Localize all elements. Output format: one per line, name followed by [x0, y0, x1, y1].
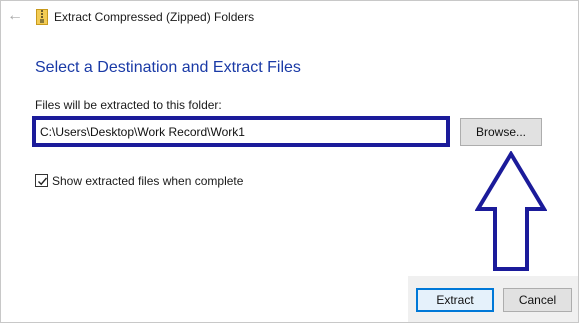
back-arrow-icon[interactable]: ←	[7, 7, 23, 25]
window-title: Extract Compressed (Zipped) Folders	[54, 10, 255, 24]
up-arrow-annotation-icon	[475, 151, 547, 271]
extract-button[interactable]: Extract	[416, 288, 494, 312]
destination-path-input[interactable]	[36, 120, 446, 143]
title-bar: ← Extract Compressed (Zipped) Folders	[1, 1, 578, 33]
destination-folder-label: Files will be extracted to this folder:	[35, 98, 222, 112]
checkmark-icon	[38, 177, 48, 186]
dialog-heading: Select a Destination and Extract Files	[35, 59, 301, 76]
show-files-label[interactable]: Show extracted files when complete	[52, 174, 243, 188]
extract-dialog-window: ← Extract Compressed (Zipped) Folders Se…	[0, 0, 579, 323]
destination-path-highlight	[32, 116, 450, 147]
show-files-checkbox[interactable]	[35, 174, 48, 187]
zipped-folder-icon	[36, 9, 48, 25]
browse-button[interactable]: Browse...	[460, 118, 542, 146]
cancel-button[interactable]: Cancel	[503, 288, 572, 312]
